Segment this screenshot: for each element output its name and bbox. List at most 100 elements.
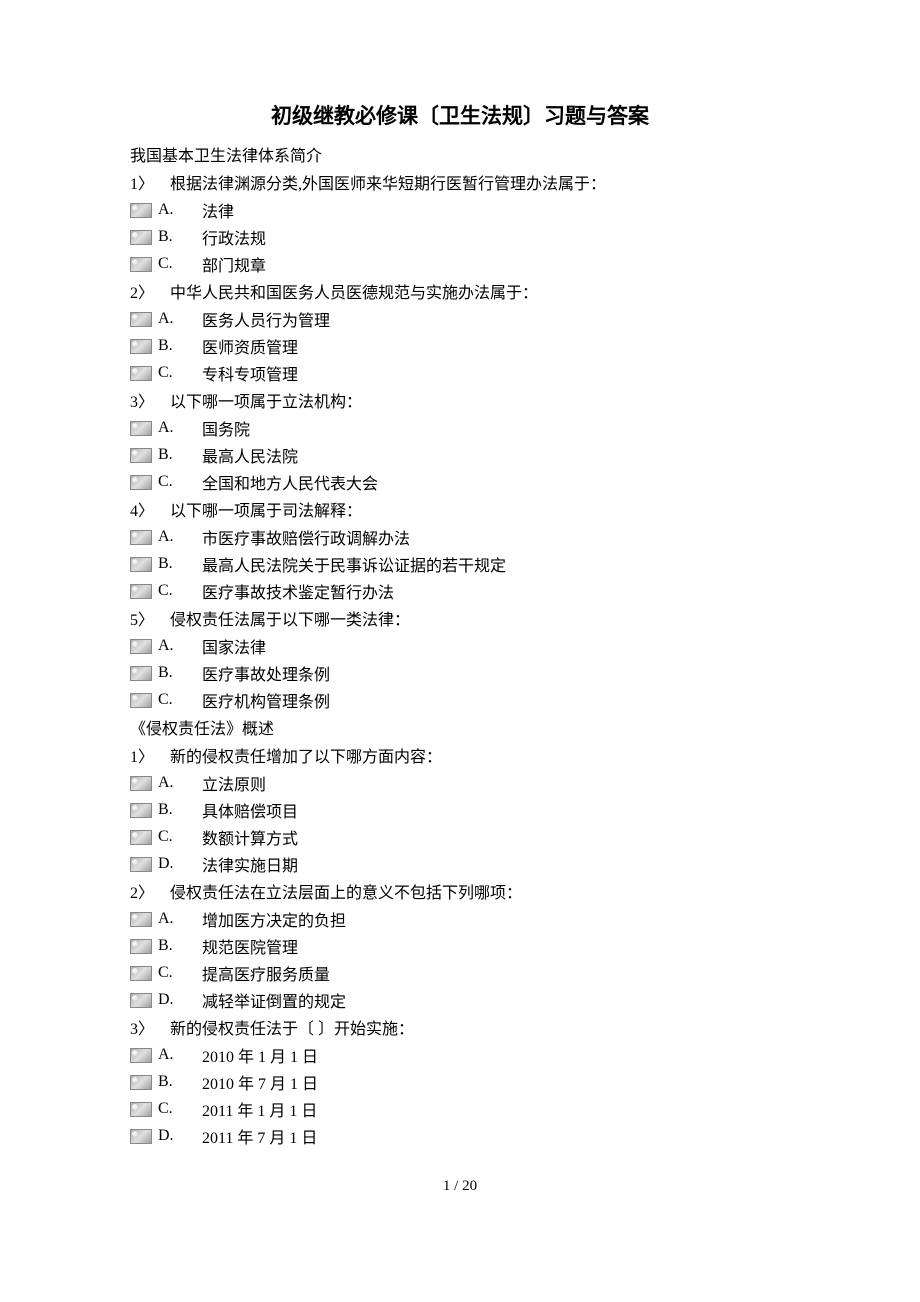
option-row: C.医疗机构管理条例 (130, 688, 790, 712)
question-text: 新的侵权责任法于〔 〕开始实施： (170, 1015, 790, 1039)
option-text: 法律实施日期 (186, 852, 790, 876)
checkbox-icon[interactable] (130, 257, 152, 272)
option-label: B. (156, 446, 186, 464)
checkbox-icon[interactable] (130, 1129, 152, 1144)
option-text: 最高人民法院关于民事诉讼证据的若干规定 (186, 552, 790, 576)
question-text: 以下哪一项属于立法机构： (170, 388, 790, 412)
option-label: B. (156, 228, 186, 246)
option-row: A.市医疗事故赔偿行政调解办法 (130, 525, 790, 549)
question-text: 新的侵权责任增加了以下哪方面内容： (170, 743, 790, 767)
checkbox-icon[interactable] (130, 830, 152, 845)
option-text: 行政法规 (186, 225, 790, 249)
option-row: A.增加医方决定的负担 (130, 907, 790, 931)
checkbox-icon[interactable] (130, 993, 152, 1008)
option-text: 减轻举证倒置的规定 (186, 988, 790, 1012)
option-label: A. (156, 419, 186, 437)
question-row: 5〉侵权责任法属于以下哪一类法律： (130, 606, 790, 630)
option-text: 最高人民法院 (186, 443, 790, 467)
section-header: 我国基本卫生法律体系简介 (130, 142, 790, 166)
option-row: B.2010 年 7 月 1 日 (130, 1070, 790, 1094)
checkbox-icon[interactable] (130, 857, 152, 872)
question-text: 侵权责任法属于以下哪一类法律： (170, 606, 790, 630)
option-text: 2011 年 7 月 1 日 (186, 1124, 790, 1148)
checkbox-icon[interactable] (130, 666, 152, 681)
question-row: 2〉中华人民共和国医务人员医德规范与实施办法属于： (130, 279, 790, 303)
option-row: B.规范医院管理 (130, 934, 790, 958)
option-row: A.国务院 (130, 416, 790, 440)
option-row: B.最高人民法院关于民事诉讼证据的若干规定 (130, 552, 790, 576)
option-label: B. (156, 337, 186, 355)
option-label: C. (156, 828, 186, 846)
question-text: 以下哪一项属于司法解释： (170, 497, 790, 521)
option-row: D.减轻举证倒置的规定 (130, 988, 790, 1012)
option-text: 提高医疗服务质量 (186, 961, 790, 985)
question-number: 1〉 (130, 743, 170, 767)
option-label: A. (156, 774, 186, 792)
checkbox-icon[interactable] (130, 203, 152, 218)
option-row: C.2011 年 1 月 1 日 (130, 1097, 790, 1121)
checkbox-icon[interactable] (130, 230, 152, 245)
option-text: 全国和地方人民代表大会 (186, 470, 790, 494)
checkbox-icon[interactable] (130, 312, 152, 327)
question-number: 1〉 (130, 170, 170, 194)
document-title: 初级继教必修课〔卫生法规〕习题与答案 (130, 100, 790, 130)
option-text: 规范医院管理 (186, 934, 790, 958)
checkbox-icon[interactable] (130, 421, 152, 436)
checkbox-icon[interactable] (130, 803, 152, 818)
option-label: C. (156, 691, 186, 709)
checkbox-icon[interactable] (130, 966, 152, 981)
question-number: 2〉 (130, 279, 170, 303)
checkbox-icon[interactable] (130, 339, 152, 354)
option-label: C. (156, 473, 186, 491)
option-row: D.2011 年 7 月 1 日 (130, 1124, 790, 1148)
checkbox-icon[interactable] (130, 584, 152, 599)
option-row: A.2010 年 1 月 1 日 (130, 1043, 790, 1067)
option-row: A.法律 (130, 198, 790, 222)
checkbox-icon[interactable] (130, 475, 152, 490)
option-text: 立法原则 (186, 771, 790, 795)
checkbox-icon[interactable] (130, 530, 152, 545)
option-text: 2010 年 1 月 1 日 (186, 1043, 790, 1067)
checkbox-icon[interactable] (130, 366, 152, 381)
checkbox-icon[interactable] (130, 557, 152, 572)
option-row: C.部门规章 (130, 252, 790, 276)
question-number: 2〉 (130, 879, 170, 903)
option-row: C.专科专项管理 (130, 361, 790, 385)
question-row: 3〉新的侵权责任法于〔 〕开始实施： (130, 1015, 790, 1039)
checkbox-icon[interactable] (130, 1075, 152, 1090)
option-text: 医疗事故技术鉴定暂行办法 (186, 579, 790, 603)
option-text: 医师资质管理 (186, 334, 790, 358)
option-text: 数额计算方式 (186, 825, 790, 849)
option-row: B.医师资质管理 (130, 334, 790, 358)
option-label: A. (156, 910, 186, 928)
checkbox-icon[interactable] (130, 639, 152, 654)
option-label: C. (156, 582, 186, 600)
checkbox-icon[interactable] (130, 1048, 152, 1063)
checkbox-icon[interactable] (130, 939, 152, 954)
option-text: 具体赔偿项目 (186, 798, 790, 822)
option-label: A. (156, 528, 186, 546)
question-number: 4〉 (130, 497, 170, 521)
checkbox-icon[interactable] (130, 693, 152, 708)
option-row: A.立法原则 (130, 771, 790, 795)
option-row: C.全国和地方人民代表大会 (130, 470, 790, 494)
option-text: 2010 年 7 月 1 日 (186, 1070, 790, 1094)
checkbox-icon[interactable] (130, 912, 152, 927)
option-label: C. (156, 964, 186, 982)
question-text: 中华人民共和国医务人员医德规范与实施办法属于： (170, 279, 790, 303)
section-header: 《侵权责任法》概述 (130, 715, 790, 739)
option-label: B. (156, 937, 186, 955)
option-label: B. (156, 801, 186, 819)
checkbox-icon[interactable] (130, 448, 152, 463)
document-body: 我国基本卫生法律体系简介1〉根据法律渊源分类,外国医师来华短期行医暂行管理办法属… (130, 142, 790, 1148)
question-row: 2〉侵权责任法在立法层面上的意义不包括下列哪项： (130, 879, 790, 903)
option-label: D. (156, 991, 186, 1009)
option-label: C. (156, 1100, 186, 1118)
question-text: 根据法律渊源分类,外国医师来华短期行医暂行管理办法属于： (170, 170, 790, 194)
option-label: B. (156, 1073, 186, 1091)
option-row: B.医疗事故处理条例 (130, 661, 790, 685)
question-row: 3〉以下哪一项属于立法机构： (130, 388, 790, 412)
checkbox-icon[interactable] (130, 776, 152, 791)
checkbox-icon[interactable] (130, 1102, 152, 1117)
question-row: 1〉新的侵权责任增加了以下哪方面内容： (130, 743, 790, 767)
